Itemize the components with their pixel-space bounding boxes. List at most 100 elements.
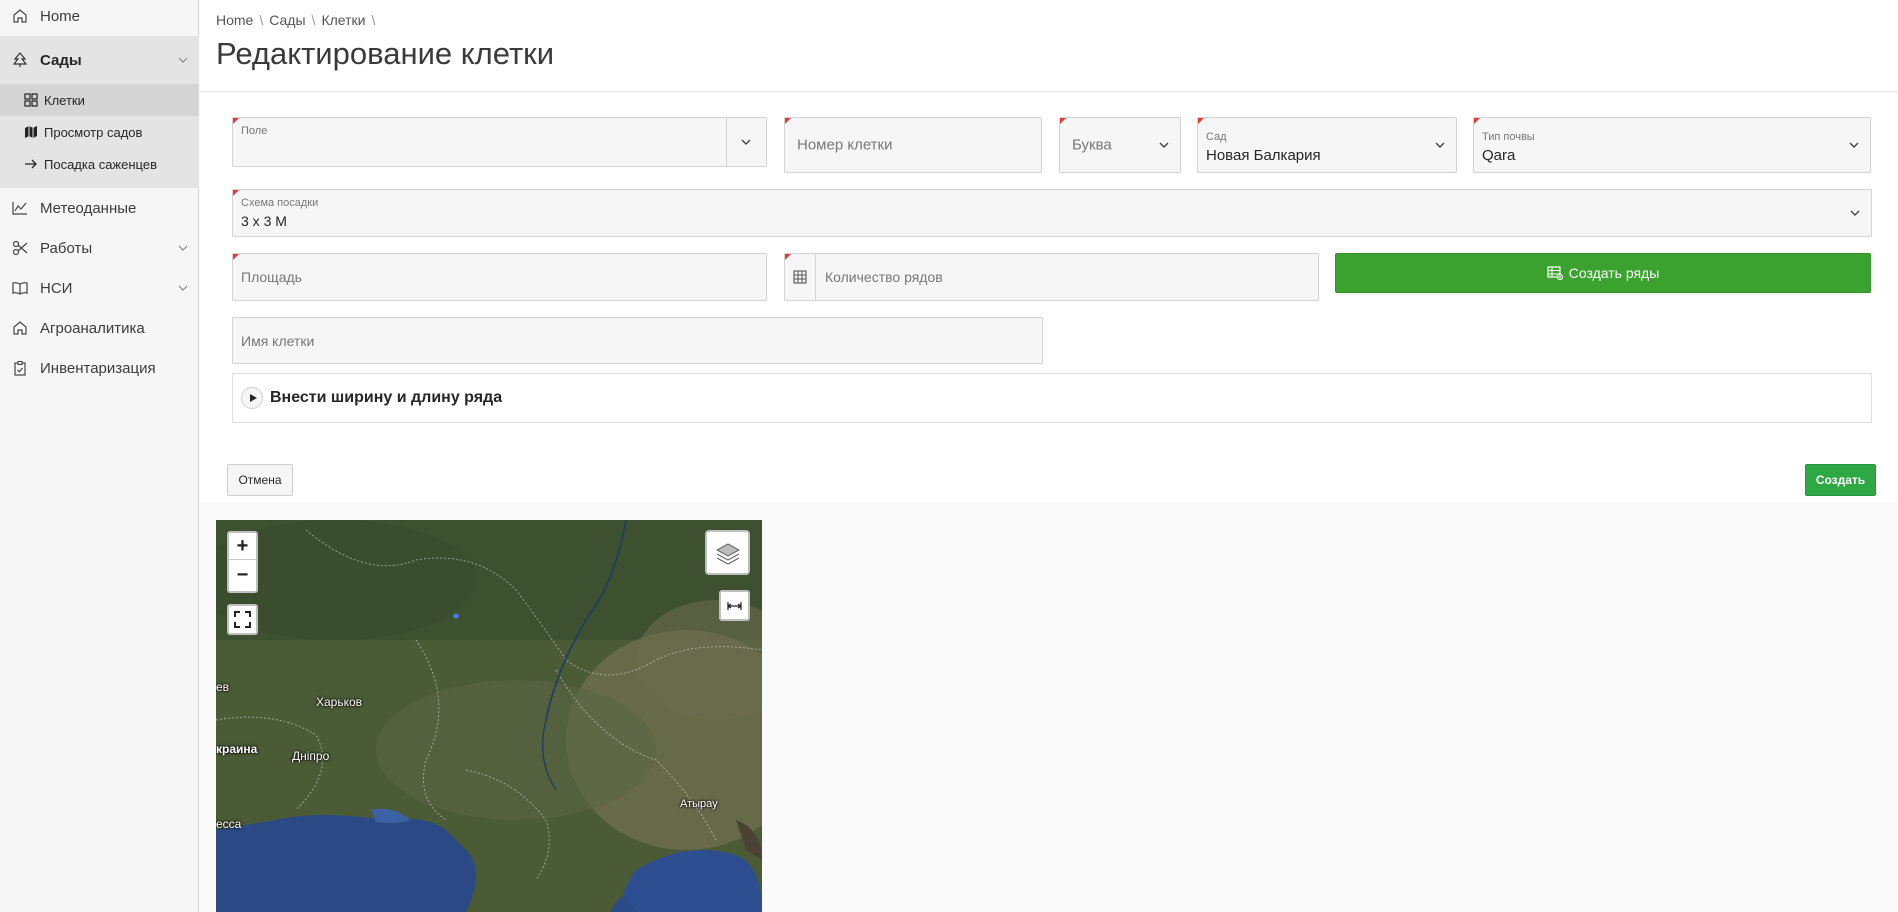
chevron-down-icon	[1850, 210, 1860, 216]
required-marker	[785, 118, 791, 124]
create-rows-label: Создать ряды	[1568, 265, 1660, 281]
zoom-control: + −	[227, 531, 258, 593]
sidebar-item-label: Сады	[40, 51, 82, 69]
map-view[interactable]: + − Харьков Дніпро краина ев есса Атырау	[216, 520, 762, 912]
zoom-in-button[interactable]: +	[229, 533, 256, 560]
sidebar-subitem-label: Просмотр садов	[44, 124, 143, 140]
sidebar-subitem-label: Клетки	[44, 92, 85, 108]
row-count-input[interactable]: Количество рядов	[784, 253, 1319, 301]
sidebar-item-nsi[interactable]: НСИ	[0, 268, 199, 308]
sidebar-item-gardens[interactable]: Сады	[0, 36, 199, 84]
scissors-icon	[12, 240, 28, 256]
placeholder-text: Буква	[1072, 136, 1112, 154]
sidebar-item-label: Home	[40, 7, 81, 25]
page-header: Home \ Сады \ Клетки \ Редактирование кл…	[200, 0, 1898, 92]
chevron-down-icon	[741, 139, 751, 145]
sidebar-item-agroanalytics[interactable]: Агроаналитика	[0, 308, 199, 348]
required-marker	[233, 254, 239, 260]
sidebar-subitem-planting[interactable]: Посадка саженцев	[0, 148, 199, 180]
arrow-right-icon	[25, 159, 37, 169]
map-label-atyrau: Атырау	[680, 798, 718, 810]
input-icon-box	[785, 254, 816, 300]
table-add-icon	[1547, 266, 1563, 280]
sidebar-subitem-cells[interactable]: Клетки	[0, 84, 199, 116]
gardens-submenu: Клетки Просмотр садов Посадка саженцев	[0, 84, 199, 188]
page-title: Редактирование клетки	[216, 36, 555, 71]
row-dimensions-collapsible[interactable]: Внести ширину и длину ряда	[232, 373, 1872, 423]
sidebar-item-label: Метеоданные	[40, 199, 137, 217]
required-marker	[1474, 118, 1480, 124]
sidebar-item-label: Работы	[40, 239, 93, 257]
chevron-down-icon	[1849, 142, 1859, 148]
placeholder-text: Количество рядов	[825, 269, 943, 285]
breadcrumb-home[interactable]: Home	[216, 12, 253, 28]
cancel-button[interactable]: Отмена	[227, 464, 293, 496]
required-marker	[233, 118, 239, 124]
required-marker	[233, 190, 239, 196]
sidebar-subitem-label: Посадка саженцев	[44, 156, 157, 172]
collapsible-title: Внести ширину и длину ряда	[270, 389, 503, 406]
map-icon	[25, 126, 37, 138]
sidebar: Home Сады Клетки Просмотр садов Посадка …	[0, 0, 199, 912]
field-value: 3 x 3 M	[241, 213, 287, 229]
book-icon	[12, 282, 28, 295]
breadcrumb-gardens[interactable]: Сады	[269, 12, 305, 28]
map-label-kharkiv: Харьков	[316, 695, 363, 709]
clipboard-icon	[14, 360, 26, 376]
soil-type-select[interactable]: Тип почвы Qara	[1473, 117, 1871, 173]
layers-button[interactable]	[705, 530, 750, 575]
field-pole-select[interactable]: Поле	[232, 117, 767, 167]
create-button[interactable]: Создать	[1805, 464, 1876, 496]
chevron-down-icon	[178, 57, 188, 63]
map-label-odesa: есса	[216, 817, 242, 831]
breadcrumb-separator: \	[259, 12, 264, 28]
placeholder-text: Имя клетки	[241, 332, 315, 349]
map-label-kyiv: ев	[216, 680, 230, 694]
chevron-down-icon	[1159, 142, 1169, 148]
cell-name-input[interactable]: Имя клетки	[232, 317, 1043, 364]
zoom-out-button[interactable]: −	[229, 562, 256, 589]
chevron-down-icon	[178, 285, 188, 291]
breadcrumb-separator: \	[371, 12, 376, 28]
chart-line-icon	[12, 202, 27, 215]
cell-number-input[interactable]: Номер клетки	[784, 117, 1042, 173]
placeholder-text: Площадь	[241, 269, 302, 285]
expand-toggle-icon[interactable]	[241, 387, 263, 409]
sidebar-subitem-view-gardens[interactable]: Просмотр садов	[0, 116, 199, 148]
home-icon	[13, 9, 27, 23]
sidebar-item-home[interactable]: Home	[0, 0, 199, 36]
field-label: Сад	[1206, 131, 1227, 143]
breadcrumb: Home \ Сады \ Клетки \	[216, 12, 375, 28]
create-rows-button[interactable]: Создать ряды	[1335, 253, 1871, 293]
field-label: Схема посадки	[241, 197, 319, 209]
table-icon	[793, 270, 807, 284]
breadcrumb-cells[interactable]: Клетки	[321, 12, 365, 28]
planting-scheme-select[interactable]: Схема посадки 3 x 3 M	[232, 189, 1872, 237]
sidebar-item-weather[interactable]: Метеоданные	[0, 188, 199, 228]
garden-select[interactable]: Сад Новая Балкария	[1197, 117, 1457, 173]
chevron-down-icon	[178, 245, 188, 251]
letter-select[interactable]: Буква	[1059, 117, 1181, 173]
home-icon	[13, 321, 27, 335]
sidebar-item-works[interactable]: Работы	[0, 228, 199, 268]
chevron-down-icon	[1435, 142, 1445, 148]
sidebar-item-inventory[interactable]: Инвентаризация	[0, 348, 199, 388]
sidebar-item-label: Агроаналитика	[40, 319, 145, 337]
field-label: Тип почвы	[1482, 131, 1535, 143]
map-label-dnipro: Дніпро	[292, 749, 330, 763]
tree-icon	[12, 52, 28, 67]
area-input[interactable]: Площадь	[232, 253, 767, 301]
measure-icon	[727, 602, 742, 610]
measure-button[interactable]	[719, 590, 750, 621]
fullscreen-icon	[234, 611, 251, 628]
field-value: Qara	[1482, 147, 1516, 164]
sidebar-item-label: Инвентаризация	[40, 359, 156, 377]
satellite-terrain	[216, 520, 762, 912]
sidebar-item-label: НСИ	[40, 279, 73, 297]
grid-icon	[24, 93, 38, 107]
breadcrumb-separator: \	[311, 12, 316, 28]
placeholder-text: Номер клетки	[797, 136, 893, 154]
map-label-ukraine: краина	[216, 742, 258, 756]
fullscreen-button[interactable]	[227, 604, 258, 635]
required-marker	[1198, 118, 1204, 124]
